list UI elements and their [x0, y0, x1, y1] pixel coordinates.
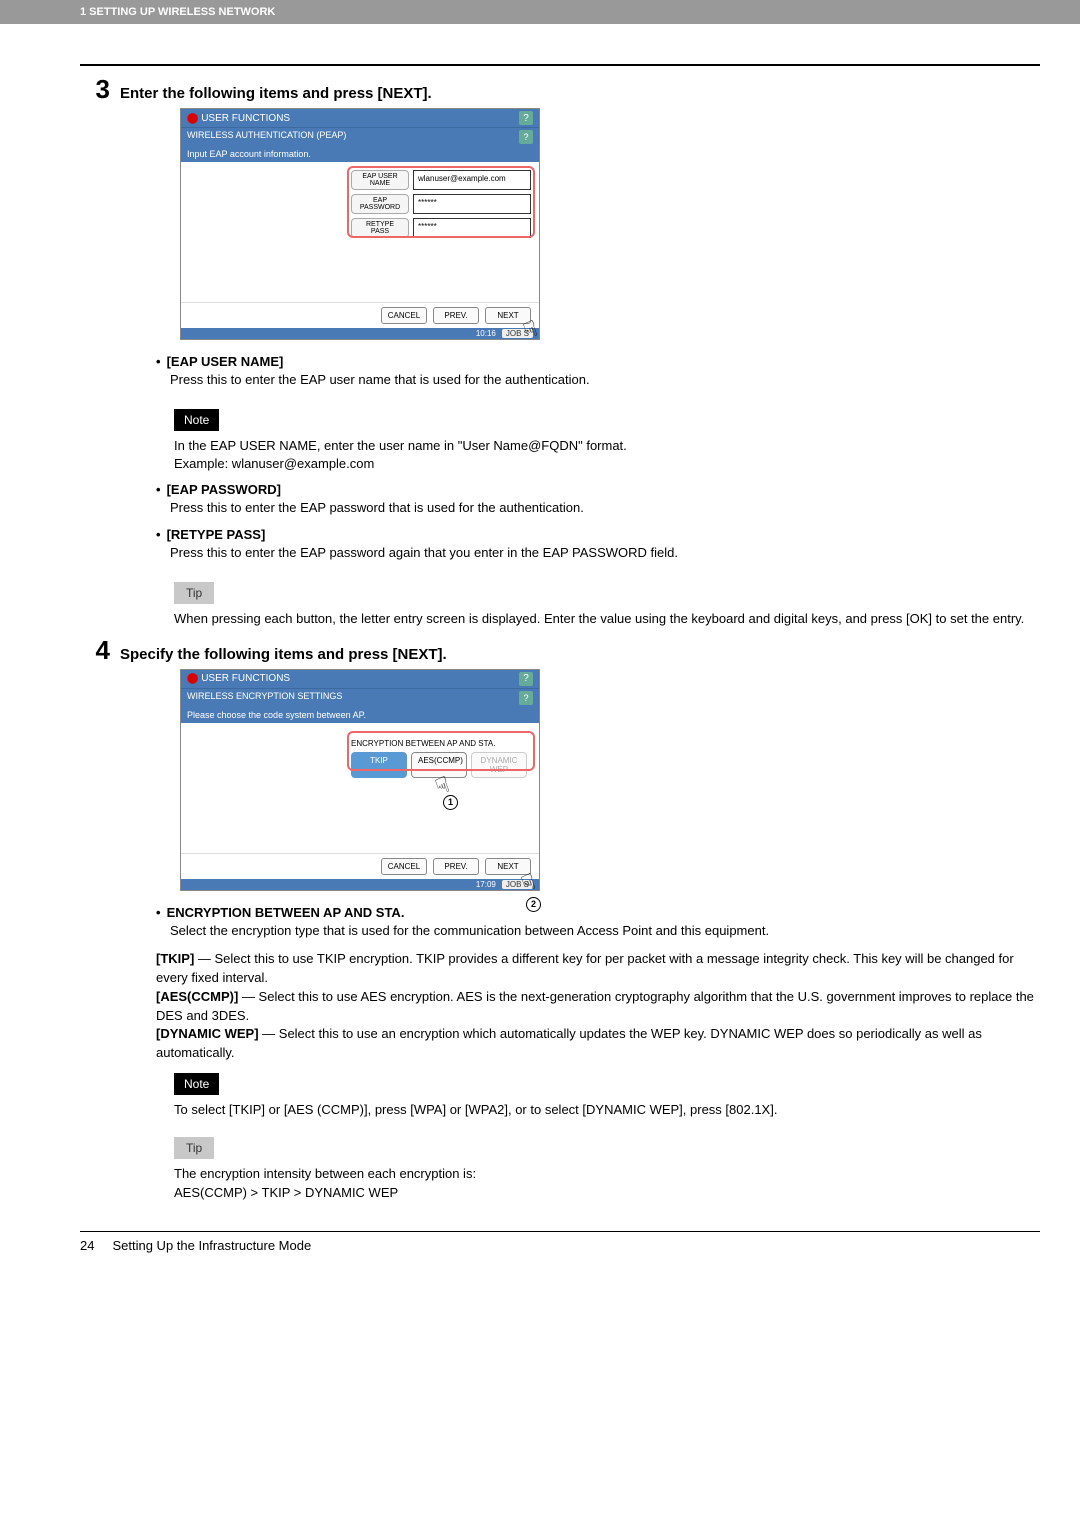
dynamic-wep-button[interactable]: DYNAMIC WEP	[471, 752, 527, 778]
bullet-desc: Select the encryption type that is used …	[170, 922, 1040, 940]
bullet-icon: •	[156, 354, 161, 369]
step-number: 3	[80, 76, 110, 102]
ss-subtitle: WIRELESS ENCRYPTION SETTINGS	[187, 691, 342, 705]
ss-subtitle-bar: WIRELESS AUTHENTICATION (PEAP) ?	[181, 127, 539, 146]
eap-password-button[interactable]: EAP PASSWORD	[351, 194, 409, 214]
callout-2: 2	[526, 897, 541, 912]
logo-icon: ⬤	[187, 113, 198, 124]
tkip-para: [TKIP] — Select this to use TKIP encrypt…	[156, 950, 1040, 988]
chapter-header: 1 SETTING UP WIRELESS NETWORK	[0, 0, 1080, 24]
help-icon[interactable]: ?	[519, 672, 533, 686]
bullet-desc: Press this to enter the EAP password tha…	[170, 499, 1040, 517]
ss-subtitle: WIRELESS AUTHENTICATION (PEAP)	[187, 130, 346, 144]
step-number: 4	[80, 637, 110, 663]
bullet-eap-user-name: [EAP USER NAME]	[167, 354, 284, 369]
callout-1: 1	[443, 795, 458, 810]
bullet-icon: •	[156, 482, 161, 497]
pointer-hand-icon: ☟	[518, 868, 539, 897]
page-footer: 24 Setting Up the Infrastructure Mode	[80, 1238, 1040, 1253]
ss-title: USER FUNCTIONS	[201, 113, 290, 124]
screenshot-encryption: ⬤USER FUNCTIONS ? WIRELESS ENCRYPTION SE…	[180, 669, 540, 891]
bullet-eap-password: [EAP PASSWORD]	[167, 482, 281, 497]
ss-body: ENCRYPTION BETWEEN AP AND STA. TKIP AES(…	[181, 723, 539, 853]
help-icon[interactable]: ?	[519, 691, 533, 705]
note-badge: Note	[174, 1073, 219, 1095]
cancel-button[interactable]: CANCEL	[381, 307, 427, 324]
tip-badge: Tip	[174, 582, 214, 604]
encryption-label: ENCRYPTION BETWEEN AP AND STA.	[351, 739, 531, 748]
help-icon[interactable]: ?	[519, 130, 533, 144]
ss-titlebar: ⬤USER FUNCTIONS ?	[181, 670, 539, 688]
tip-badge: Tip	[174, 1137, 214, 1159]
ss-status: 17:09 JOB S	[181, 879, 539, 890]
bullet-encryption: ENCRYPTION BETWEEN AP AND STA.	[167, 905, 405, 920]
eap-user-name-field[interactable]: wlanuser@example.com	[413, 170, 531, 190]
prev-button[interactable]: PREV.	[433, 858, 479, 875]
bullet-desc: Press this to enter the EAP password aga…	[170, 544, 1040, 562]
step-4: 4 Specify the following items and press …	[80, 637, 1040, 663]
bullet-desc: Press this to enter the EAP user name th…	[170, 371, 1040, 389]
screenshot-peap: ⬤USER FUNCTIONS ? WIRELESS AUTHENTICATIO…	[180, 108, 540, 340]
bullet-icon: •	[156, 905, 161, 920]
note-badge: Note	[174, 409, 219, 431]
clock-text: 10:16	[476, 329, 496, 338]
step-3: 3 Enter the following items and press [N…	[80, 76, 1040, 102]
ss-prompt: Input EAP account information.	[181, 146, 539, 162]
help-icon[interactable]: ?	[519, 111, 533, 125]
tip-text: The encryption intensity between each en…	[174, 1165, 1040, 1203]
clock-text: 17:09	[476, 880, 496, 889]
note-text: To select [TKIP] or [AES (CCMP)], press …	[174, 1101, 1040, 1119]
retype-pass-button[interactable]: RETYPE PASS	[351, 218, 409, 238]
ss-body: EAP USER NAME wlanuser@example.com EAP P…	[181, 162, 539, 302]
step-title: Enter the following items and press [NEX…	[120, 85, 432, 102]
ss-prompt: Please choose the code system between AP…	[181, 707, 539, 723]
pointer-hand-icon: ☟	[520, 315, 541, 344]
ss-subtitle-bar: WIRELESS ENCRYPTION SETTINGS ?	[181, 688, 539, 707]
note-text: In the EAP USER NAME, enter the user nam…	[174, 437, 1040, 473]
footer-title: Setting Up the Infrastructure Mode	[112, 1238, 311, 1253]
ss-footer: CANCEL PREV. NEXT ☟	[181, 302, 539, 328]
rule-top	[80, 64, 1040, 66]
eap-user-name-button[interactable]: EAP USER NAME	[351, 170, 409, 190]
ss-status: 10:16 JOB S	[181, 328, 539, 339]
cancel-button[interactable]: CANCEL	[381, 858, 427, 875]
ss-title: USER FUNCTIONS	[201, 673, 290, 684]
prev-button[interactable]: PREV.	[433, 307, 479, 324]
eap-password-field[interactable]: ******	[413, 194, 531, 214]
page-number: 24	[80, 1238, 94, 1253]
bullet-icon: •	[156, 527, 161, 542]
logo-icon: ⬤	[187, 673, 198, 684]
tkip-button[interactable]: TKIP	[351, 752, 407, 778]
ss-footer: CANCEL PREV. NEXT ☟ 2	[181, 853, 539, 879]
tip-text: When pressing each button, the letter en…	[174, 610, 1040, 629]
dwep-para: [DYNAMIC WEP] — Select this to use an en…	[156, 1025, 1040, 1063]
page-content: 3 Enter the following items and press [N…	[0, 24, 1080, 1273]
ss-titlebar: ⬤USER FUNCTIONS ?	[181, 109, 539, 127]
aes-para: [AES(CCMP)] — Select this to use AES enc…	[156, 988, 1040, 1026]
step-title: Specify the following items and press [N…	[120, 646, 447, 663]
bullet-retype-pass: [RETYPE PASS]	[167, 527, 266, 542]
rule-bottom	[80, 1231, 1040, 1232]
retype-pass-field[interactable]: ******	[413, 218, 531, 238]
